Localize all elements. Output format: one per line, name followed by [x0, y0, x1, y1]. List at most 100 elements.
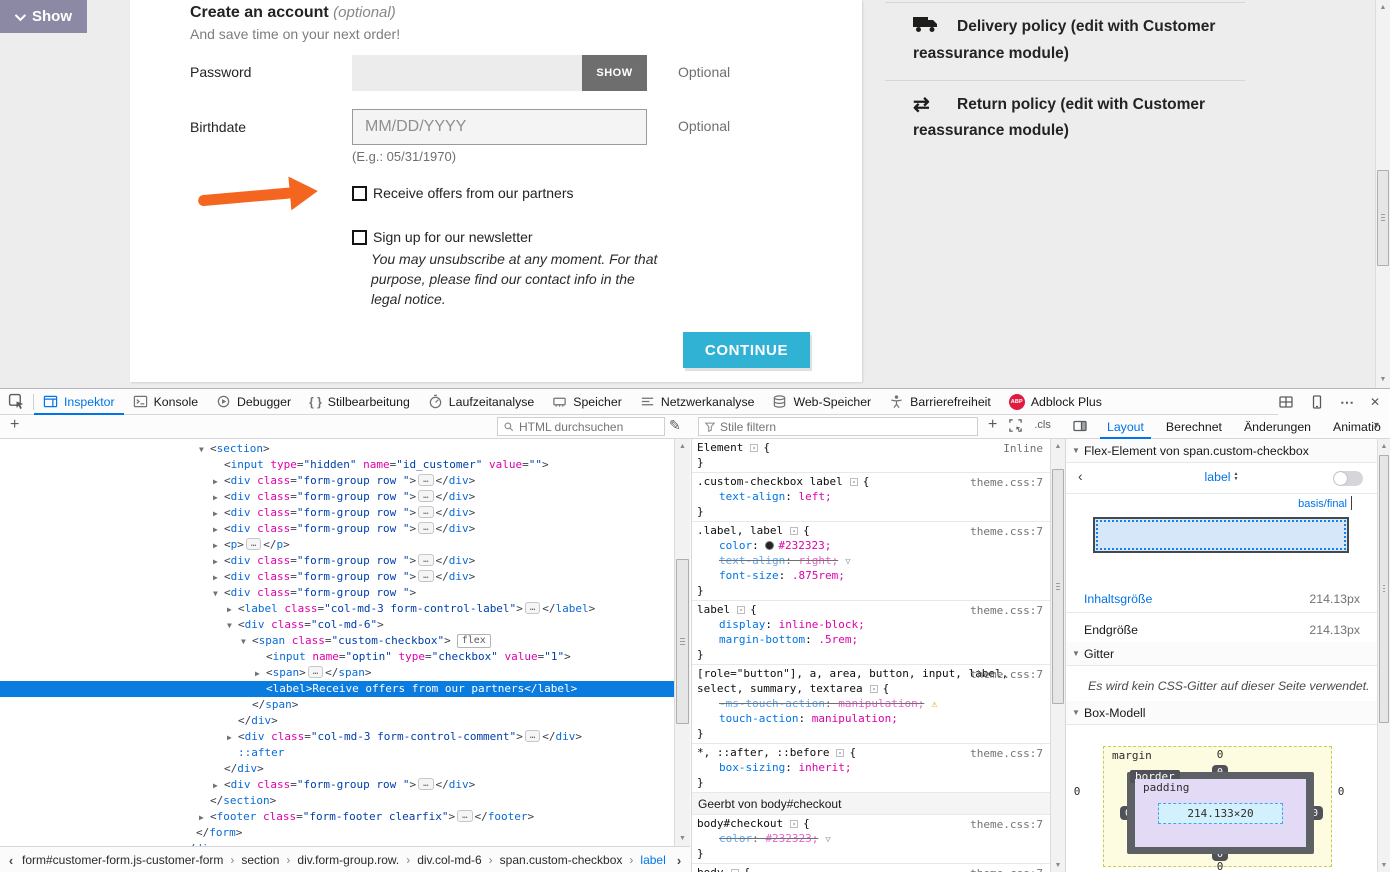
- scroll-up-icon[interactable]: ▲: [675, 439, 690, 454]
- sidebar-tab-berechnet[interactable]: Berechnet: [1155, 415, 1233, 439]
- layout-scrollbar[interactable]: ▲ ▼: [1377, 439, 1390, 872]
- twisty-icon[interactable]: ▶: [255, 666, 266, 682]
- twisty-icon[interactable]: ▶: [227, 730, 238, 746]
- rule-selector[interactable]: body#checkout: [697, 817, 783, 830]
- boxmodel-section-header[interactable]: ▼ Box-Modell: [1066, 701, 1377, 725]
- ellipsis-badge[interactable]: …: [307, 666, 324, 678]
- overridden-filter-icon[interactable]: ▽: [845, 557, 850, 567]
- twisty-icon[interactable]: ▶: [213, 570, 224, 586]
- markup-node-row[interactable]: ▶ <div class="form-group row ">… </div>: [0, 505, 674, 521]
- element-picker-icon[interactable]: [0, 389, 33, 414]
- birthdate-input[interactable]: [352, 109, 647, 145]
- sidebar-toggle-icon[interactable]: [1072, 418, 1088, 437]
- scrollbar-thumb[interactable]: [1379, 455, 1389, 723]
- tab-stilbearbeitung[interactable]: { } Stilbearbeitung: [300, 389, 419, 414]
- markup-node-row[interactable]: <input name="optin" type="checkbox" valu…: [0, 649, 674, 665]
- breadcrumb-right-icon[interactable]: ›: [668, 853, 690, 868]
- scrollbar-thumb[interactable]: [1052, 469, 1064, 704]
- markup-node-row[interactable]: ▼ <span class="custom-checkbox"> flex: [0, 633, 674, 649]
- show-password-button[interactable]: SHOW: [582, 55, 647, 91]
- breadcrumb-item[interactable]: div.col-md-6: [417, 853, 481, 867]
- style-filter-input[interactable]: [720, 419, 972, 434]
- password-input[interactable]: [352, 55, 582, 91]
- tab-netzwerkanalyse[interactable]: Netzwerkanalyse: [631, 389, 764, 414]
- markup-node-row[interactable]: ▶ <div class="form-group row ">… </div>: [0, 553, 674, 569]
- markup-node-row[interactable]: ▼ <section>: [0, 441, 674, 457]
- scroll-down-icon[interactable]: ▼: [1378, 858, 1390, 872]
- margin-left-value[interactable]: 0: [1070, 785, 1084, 798]
- css-declaration[interactable]: text-align: right; ▽: [692, 553, 1050, 568]
- return-policy-item[interactable]: ⇄ Return policy (edit with Customer reass…: [913, 92, 1219, 143]
- rule-selector[interactable]: *, ::after, ::before: [697, 746, 829, 759]
- margin-bottom-value[interactable]: 0: [1213, 860, 1227, 872]
- margin-top-value[interactable]: 0: [1213, 748, 1227, 761]
- style-filter-box[interactable]: [698, 417, 978, 436]
- tab-inspektor[interactable]: Inspektor: [34, 389, 124, 415]
- selector-highlighter-icon[interactable]: [790, 820, 799, 828]
- rule-selector[interactable]: Element: [697, 441, 743, 454]
- markup-node-row[interactable]: ▶ <p>… </p>: [0, 537, 674, 553]
- scroll-down-icon[interactable]: ▼: [675, 831, 690, 846]
- twisty-icon[interactable]: ▶: [213, 490, 224, 506]
- ellipsis-badge[interactable]: …: [524, 730, 541, 742]
- partner-offers-checkbox[interactable]: [352, 186, 367, 201]
- tab-speicher[interactable]: Speicher: [543, 389, 631, 414]
- css-declaration[interactable]: box-sizing: inherit;: [692, 760, 1050, 775]
- ellipsis-badge[interactable]: …: [418, 474, 434, 486]
- css-declaration[interactable]: text-align: left;: [692, 489, 1050, 504]
- markup-node-row[interactable]: ▶ <span>… </span>: [0, 665, 674, 681]
- rule-source-link[interactable]: theme.css:7: [970, 524, 1043, 539]
- selector-highlighter-icon[interactable]: [836, 749, 845, 757]
- delivery-policy-item[interactable]: Delivery policy (edit with Customer reas…: [913, 14, 1219, 66]
- selector-highlighter-icon[interactable]: [737, 606, 746, 614]
- rule-selector[interactable]: .custom-checkbox label: [697, 475, 843, 488]
- grid-section-header[interactable]: ▼ Gitter: [1066, 642, 1377, 666]
- partner-offers-label[interactable]: Receive offers from our partners: [373, 185, 574, 201]
- selector-highlighter-icon[interactable]: [790, 527, 799, 535]
- toggle-classes-button[interactable]: .cls: [1034, 419, 1051, 431]
- rule-selector[interactable]: select, summary, textarea: [697, 682, 863, 695]
- ellipsis-badge[interactable]: …: [524, 602, 541, 614]
- markup-scrollbar[interactable]: ▲ ▼: [674, 439, 690, 846]
- markup-node-row[interactable]: ▼ <div class="form-group row ">: [0, 585, 674, 601]
- rule-selector[interactable]: label: [697, 603, 730, 616]
- css-declaration[interactable]: color: #232323; ▽: [692, 831, 1050, 846]
- css-declaration[interactable]: font-size: .875rem;: [692, 568, 1050, 583]
- rule-source-link[interactable]: theme.css:7: [970, 746, 1043, 761]
- ellipsis-badge[interactable]: …: [418, 506, 434, 518]
- scroll-up-icon[interactable]: ▲: [1051, 439, 1065, 454]
- ellipsis-badge[interactable]: …: [418, 570, 434, 582]
- twisty-icon[interactable]: ▼: [227, 618, 238, 634]
- color-swatch-icon[interactable]: [765, 541, 775, 550]
- markup-node-row[interactable]: ▶ <div class="form-group row ">… </div>: [0, 489, 674, 505]
- ellipsis-badge[interactable]: …: [418, 554, 434, 566]
- twisty-icon[interactable]: ▶: [213, 538, 224, 554]
- tab-debugger[interactable]: Debugger: [207, 389, 300, 414]
- all-tabs-caret-icon[interactable]: ▾: [1374, 420, 1379, 431]
- twisty-icon[interactable]: ▶: [213, 506, 224, 522]
- rule-source-link[interactable]: theme.css:7: [970, 817, 1043, 832]
- scrollbar-thumb[interactable]: [1377, 170, 1389, 266]
- tab-konsole[interactable]: Konsole: [124, 389, 207, 414]
- meatball-menu-icon[interactable]: ⋯: [1340, 394, 1355, 411]
- page-scrollbar[interactable]: ▲ ▼: [1375, 0, 1390, 388]
- markup-node-row[interactable]: </form>: [0, 825, 674, 841]
- margin-right-value[interactable]: 0: [1334, 785, 1348, 798]
- newsletter-label[interactable]: Sign up for our newsletter: [373, 229, 533, 245]
- breadcrumb-left-icon[interactable]: ‹: [0, 853, 22, 868]
- flex-highlight-toggle[interactable]: [1333, 471, 1363, 486]
- selector-highlighter-icon[interactable]: [750, 444, 759, 452]
- scroll-up-icon[interactable]: ▲: [1378, 439, 1390, 454]
- responsive-mode-icon[interactable]: [1309, 394, 1325, 410]
- sidebar-tab-layout[interactable]: Layout: [1096, 415, 1155, 439]
- box-model-margin[interactable]: margin 0 0 0 0 0 0 0 0 0 0 border paddin…: [1103, 746, 1332, 872]
- ellipsis-badge[interactable]: …: [457, 810, 473, 822]
- twisty-icon[interactable]: ▶: [227, 602, 238, 618]
- css-declaration[interactable]: color: #232323;: [692, 538, 1050, 553]
- css-declaration[interactable]: display: inline-block;: [692, 617, 1050, 632]
- scroll-down-icon[interactable]: ▼: [1376, 372, 1390, 387]
- show-overlay-button[interactable]: Show: [0, 0, 87, 33]
- flex-item-selector[interactable]: label ▲ ▼: [1066, 470, 1377, 484]
- markup-node-row[interactable]: ▶ <div class="form-group row ">… </div>: [0, 569, 674, 585]
- twisty-icon[interactable]: ▶: [213, 778, 224, 794]
